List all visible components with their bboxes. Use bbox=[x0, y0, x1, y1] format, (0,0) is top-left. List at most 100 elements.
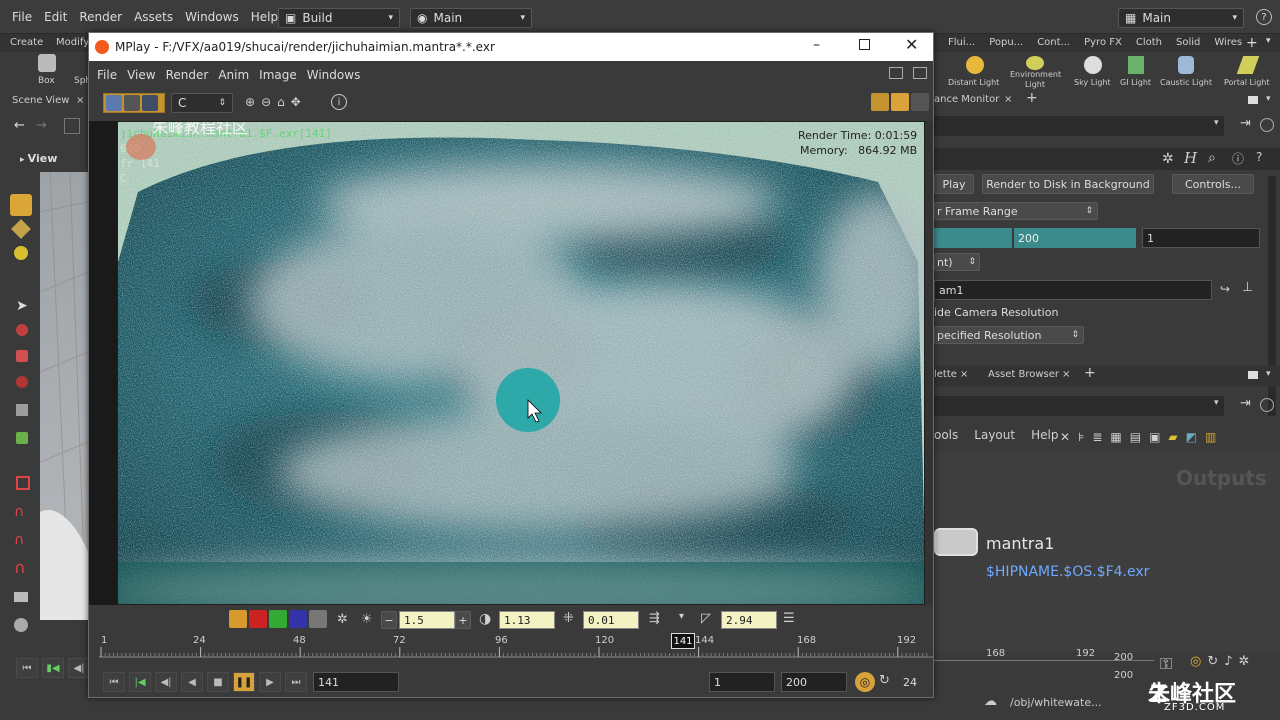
pose-tool-icon[interactable] bbox=[16, 432, 28, 444]
pin-icon[interactable]: ⇥ bbox=[1240, 116, 1251, 131]
end-frame-field[interactable]: 200 bbox=[781, 672, 847, 692]
frame-field[interactable]: 141 bbox=[313, 672, 399, 692]
close-icon[interactable]: × bbox=[960, 369, 968, 380]
layout-quad-icon[interactable] bbox=[891, 93, 909, 111]
magnet-icon[interactable]: ∩ bbox=[14, 532, 24, 548]
home-icon[interactable]: ⌂ bbox=[277, 95, 285, 109]
select-tool-icon[interactable] bbox=[10, 194, 32, 216]
gear-icon[interactable]: ✲ bbox=[1162, 151, 1174, 167]
view-single-icon[interactable] bbox=[106, 95, 122, 111]
pause-icon[interactable]: ❚❚ bbox=[233, 672, 255, 692]
forward-arrow-icon[interactable]: → bbox=[36, 118, 47, 133]
tab-performance-monitor[interactable]: ance Monitor bbox=[934, 94, 999, 105]
menu-windows[interactable]: Windows bbox=[179, 10, 245, 24]
loop-icon[interactable]: ↻ bbox=[879, 673, 890, 688]
info-icon[interactable]: ⓘ bbox=[1232, 150, 1244, 167]
back-arrow-icon[interactable]: ← bbox=[14, 118, 25, 133]
path-icon[interactable] bbox=[64, 118, 80, 134]
display-tool-icon[interactable] bbox=[14, 618, 28, 632]
range-end-field-2[interactable]: 200 bbox=[1114, 670, 1133, 681]
step-back-icon[interactable]: ◀| bbox=[155, 672, 177, 692]
controls-button[interactable]: Controls... bbox=[1172, 174, 1254, 194]
portal-light-icon[interactable] bbox=[1236, 56, 1260, 74]
snap-tool-icon[interactable] bbox=[16, 476, 30, 490]
close-icon[interactable]: × bbox=[1062, 369, 1070, 380]
shelf-tab-fluid[interactable]: Flui... bbox=[948, 37, 975, 48]
table-icon[interactable]: ▤ bbox=[1130, 430, 1141, 444]
help-icon[interactable]: ? bbox=[1256, 150, 1262, 164]
frame-start-field[interactable] bbox=[934, 228, 1012, 248]
loop-icon[interactable]: ↻ bbox=[1207, 654, 1218, 669]
shelf-tab-cloth[interactable]: Cloth bbox=[1136, 37, 1162, 48]
range-end-field[interactable]: 200 bbox=[1114, 652, 1133, 663]
exposure-field[interactable]: 1.5 bbox=[399, 611, 455, 629]
pan-icon[interactable]: ✥ bbox=[291, 95, 301, 109]
shelf-tab-solid[interactable]: Solid bbox=[1176, 37, 1200, 48]
menu-render[interactable]: Render bbox=[73, 10, 128, 24]
search-icon[interactable]: ⌕ bbox=[1208, 150, 1216, 166]
link-icon[interactable] bbox=[1260, 398, 1274, 412]
view-compare-icon[interactable] bbox=[142, 95, 158, 111]
sky-light-icon[interactable] bbox=[1084, 56, 1102, 74]
add-tab-icon[interactable]: + bbox=[1246, 35, 1258, 51]
frame-inc-field[interactable]: 1 bbox=[1142, 228, 1260, 248]
transform-tool-icon[interactable] bbox=[16, 404, 28, 416]
realtime-icon[interactable]: ◎ bbox=[1190, 654, 1201, 669]
link-icon[interactable] bbox=[1260, 118, 1274, 132]
red-channel-icon[interactable] bbox=[249, 610, 267, 628]
channel-select[interactable]: C ⇕ bbox=[171, 93, 233, 113]
add-tab-icon[interactable]: + bbox=[1084, 365, 1096, 381]
maximize-icon[interactable] bbox=[859, 39, 870, 50]
add-image-icon[interactable]: ◩ bbox=[1186, 430, 1197, 444]
view-split-icon[interactable] bbox=[124, 95, 140, 111]
node-name[interactable]: mantra1 bbox=[986, 534, 1054, 553]
panel-menu-icon[interactable] bbox=[1248, 371, 1258, 379]
chevron-down-icon[interactable]: ▾ bbox=[679, 611, 684, 622]
close-icon[interactable]: ✕ bbox=[905, 35, 918, 54]
chevron-down-icon[interactable]: ▾ bbox=[1266, 369, 1271, 379]
camera-tool-icon[interactable] bbox=[14, 592, 28, 602]
chevron-down-icon[interactable]: ▾ bbox=[1214, 118, 1219, 128]
message-icon[interactable]: ☁ bbox=[984, 694, 997, 709]
menu-edit[interactable]: Edit bbox=[38, 10, 73, 24]
lut-icon[interactable]: ⇶ bbox=[649, 611, 660, 626]
wrench-icon[interactable]: ✕ bbox=[1060, 430, 1070, 444]
mplay-menu-view[interactable]: View bbox=[127, 68, 155, 82]
distant-light-icon[interactable] bbox=[966, 56, 984, 74]
panel-menu-icon[interactable] bbox=[1248, 96, 1258, 104]
play-icon[interactable]: ▶ bbox=[259, 672, 281, 692]
jump-end-icon[interactable]: ⏭ bbox=[285, 672, 307, 692]
zoom-out-icon[interactable]: ⊖ bbox=[261, 95, 271, 109]
rgb-channel-icon[interactable] bbox=[229, 610, 247, 628]
menu-tools[interactable]: ools bbox=[934, 428, 958, 442]
caustic-light-icon[interactable] bbox=[1178, 56, 1194, 74]
jump-start-icon[interactable]: ⏮ bbox=[103, 672, 125, 692]
tab-scene-view[interactable]: Scene View bbox=[12, 95, 69, 106]
current-frame-marker[interactable]: 141 bbox=[671, 633, 695, 649]
shelf-tab-container[interactable]: Cont... bbox=[1037, 37, 1070, 48]
view-tool-icon[interactable] bbox=[11, 219, 31, 239]
frame-end-field[interactable]: 200 bbox=[1014, 228, 1136, 248]
menu-icon[interactable]: ☰ bbox=[783, 611, 795, 626]
shelf-tab-pyro[interactable]: Pyro FX bbox=[1084, 37, 1122, 48]
render-play-button[interactable]: Play bbox=[934, 174, 974, 194]
render-to-disk-background-button[interactable]: Render to Disk in Background bbox=[982, 174, 1154, 194]
mplay-menu-windows[interactable]: Windows bbox=[307, 68, 361, 82]
pointer-icon[interactable]: ➤ bbox=[16, 298, 28, 314]
menu-layout[interactable]: Layout bbox=[974, 428, 1015, 442]
list-icon[interactable]: ≣ bbox=[1092, 430, 1102, 444]
path-bar[interactable] bbox=[934, 116, 1224, 136]
close-icon[interactable]: × bbox=[76, 95, 84, 106]
environment-light-icon[interactable] bbox=[1026, 56, 1044, 70]
step-back-icon[interactable]: ◀| bbox=[68, 658, 90, 678]
green-channel-icon[interactable] bbox=[269, 610, 287, 628]
shelf-tab-wires[interactable]: Wires bbox=[1214, 37, 1242, 48]
image-icon[interactable]: ▣ bbox=[1149, 430, 1160, 444]
blue-channel-icon[interactable] bbox=[289, 610, 307, 628]
pin-icon[interactable]: ⇥ bbox=[1240, 396, 1251, 411]
mplay-menu-file[interactable]: File bbox=[97, 68, 117, 82]
chevron-down-icon[interactable]: ▾ bbox=[1266, 36, 1271, 46]
desktop-select[interactable]: ▣ Build ▾ bbox=[278, 8, 400, 28]
increment-button[interactable]: + bbox=[455, 611, 471, 629]
mplay-menu-image[interactable]: Image bbox=[259, 68, 297, 82]
